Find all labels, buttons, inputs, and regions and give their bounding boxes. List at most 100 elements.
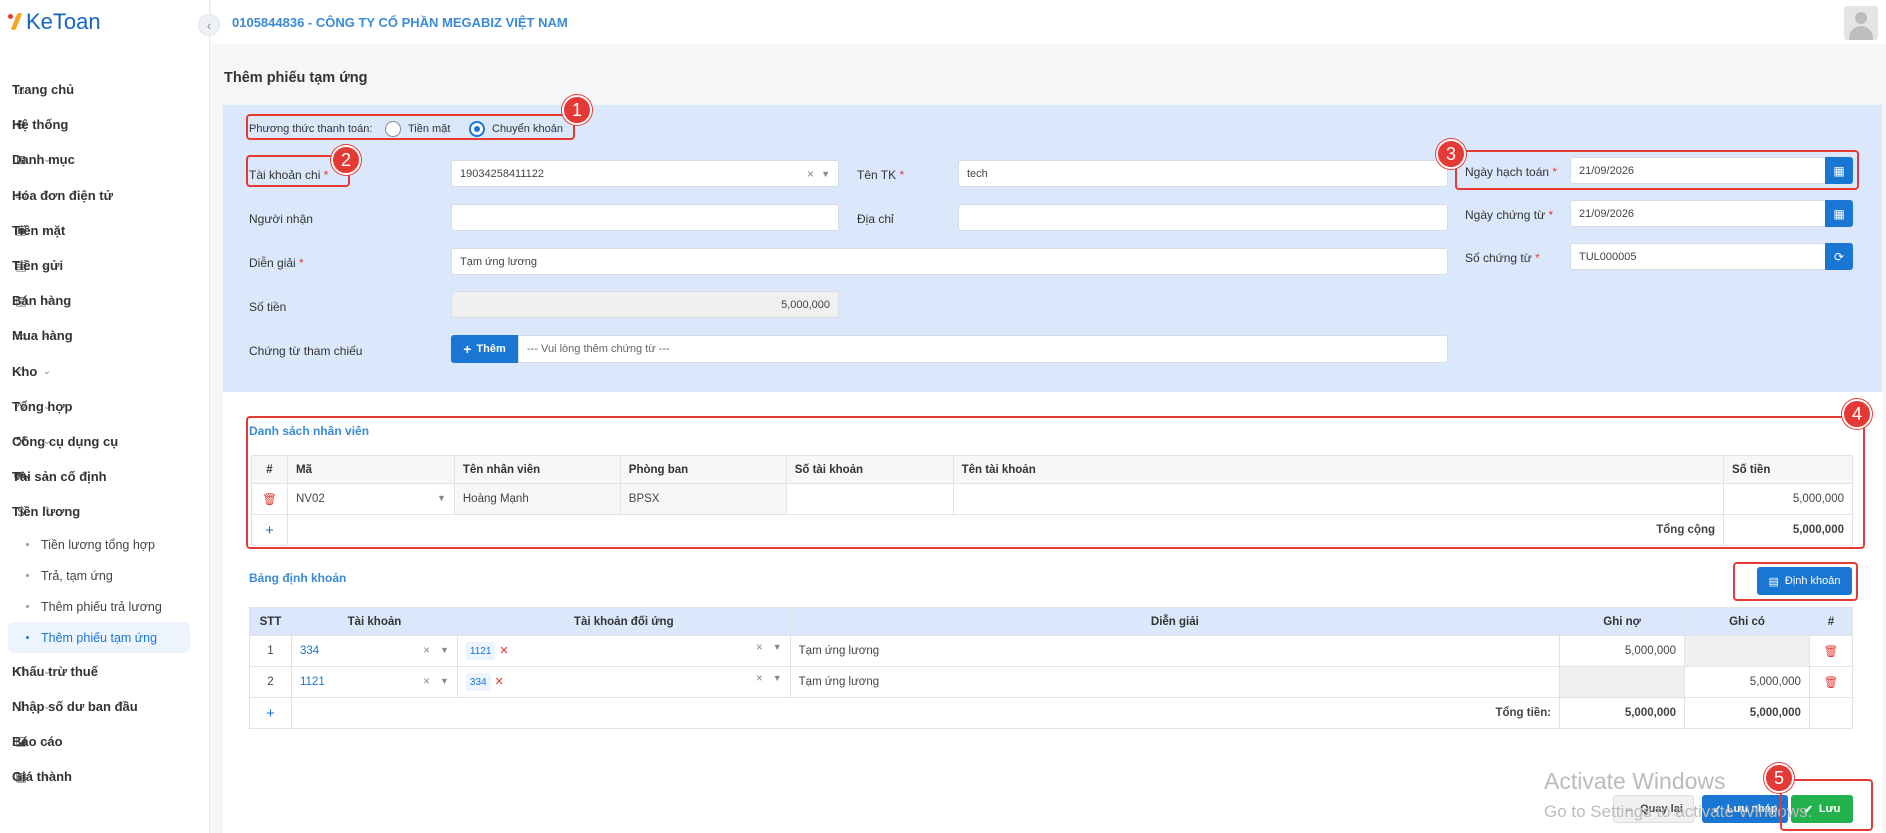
sidebar-item[interactable]: ◪ Báo cáo ⌄ <box>8 724 190 759</box>
address-input[interactable] <box>958 204 1448 231</box>
chevron-down-icon[interactable]: ▼ <box>773 673 782 683</box>
sidebar-item[interactable]: ⚙ Hệ thống ⌄ <box>8 107 190 142</box>
chevron-down-icon[interactable]: ▼ <box>773 642 782 652</box>
sidebar-item[interactable]: $ Tiền lương ⌃ <box>8 494 190 529</box>
ledger-desc-cell[interactable]: Tạm ứng lương <box>789 635 1561 667</box>
ledger-desc-cell[interactable]: Tạm ứng lương <box>789 666 1561 698</box>
chevron-down-icon[interactable]: ▼ <box>821 169 830 179</box>
account-select[interactable]: 19034258411122 × ▼ <box>451 160 839 187</box>
sidebar-item[interactable]: ⊞ Danh mục ⌄ <box>8 142 190 177</box>
contra-tag-label: 1121 <box>469 645 492 657</box>
tentk-input[interactable]: tech <box>958 160 1448 187</box>
desc-label: Diễn giải * <box>249 256 304 270</box>
ledger-contra-select[interactable]: 1121 ✕ ▼ × <box>456 635 791 667</box>
desc-value: Tạm ứng lương <box>460 255 537 268</box>
clear-icon[interactable]: × <box>423 676 430 688</box>
delete-row-icon[interactable]: 🗑 <box>1808 666 1854 698</box>
doc-date-calendar-button[interactable]: ▦ <box>1825 200 1853 227</box>
doc-no-label: Số chứng từ * <box>1465 251 1540 265</box>
doc-date-input[interactable]: 21/09/2026 <box>1570 200 1826 227</box>
annotation-badge-5: 5 <box>1764 763 1794 793</box>
sidebar-item-label: Trang chủ <box>12 82 75 98</box>
sidebar-item-label: Hóa đơn điện tử <box>12 187 113 203</box>
recipient-label: Người nhận <box>249 212 313 226</box>
sidebar-item[interactable]: ▭ Mua hàng ⌄ <box>8 318 190 353</box>
calendar-icon: ▦ <box>1833 206 1845 221</box>
plus-icon: + <box>463 341 472 357</box>
sidebar-item-label: Danh mục <box>12 152 75 168</box>
annotation-badge-4: 4 <box>1842 399 1872 429</box>
clear-icon[interactable]: × <box>756 673 763 685</box>
ledger-account-select[interactable]: 1121 ▼ × <box>290 666 458 698</box>
sidebar-item-label: Tài sản cố định <box>12 469 107 485</box>
remove-tag-icon[interactable]: ✕ <box>495 676 504 688</box>
sidebar-item[interactable]: ▭ Hóa đơn điện tử ⌄ <box>8 178 190 213</box>
add-row-button[interactable]: + <box>249 697 292 729</box>
sidebar-item[interactable]: ▣ Tiền mặt ⌄ <box>8 213 190 248</box>
sidebar-item[interactable]: ◫ Bán hàng ⌄ <box>8 283 190 318</box>
bullet-icon <box>26 636 29 640</box>
sidebar-item[interactable]: ⚒ Công cụ dụng cụ ⌄ <box>8 424 190 459</box>
sidebar-item[interactable]: ∿ Tổng hợp ⌄ <box>8 389 190 424</box>
remove-tag-icon[interactable]: ✕ <box>499 645 508 657</box>
doc-no-refresh-button[interactable]: ⟳ <box>1825 243 1853 270</box>
sidebar-item[interactable]: ⊓ Khấu trừ thuế ⌄ <box>8 653 190 688</box>
chevron-down-icon[interactable]: ▼ <box>440 645 449 655</box>
annotation-box-ledger <box>1733 562 1858 601</box>
logo-icon <box>8 12 22 32</box>
clear-icon[interactable]: × <box>423 645 430 657</box>
sidebar-item[interactable]: ⇩ Nhập số dư ban đầu ⌄ <box>8 689 190 724</box>
ledger-col-account: Tài khoản <box>290 607 458 636</box>
ledger-contra-select[interactable]: 334 ✕ ▼ × <box>456 666 791 698</box>
logo[interactable]: KeToan <box>8 9 101 34</box>
ref-input[interactable]: --- Vui lòng thêm chứng từ --- <box>518 335 1448 363</box>
ledger-debit-cell[interactable]: 5,000,000 <box>1559 635 1686 667</box>
annotation-box-1 <box>246 114 575 140</box>
sidebar-subitem[interactable]: Trả, tạm ứng <box>8 560 190 591</box>
refresh-icon: ⟳ <box>1833 249 1845 264</box>
ref-add-button[interactable]: + Thêm <box>451 335 518 363</box>
clear-icon[interactable]: × <box>756 642 763 654</box>
ledger-credit-cell[interactable]: 5,000,000 <box>1684 666 1810 698</box>
recipient-input[interactable] <box>451 204 839 231</box>
sidebar-subitem-label: Thêm phiếu tạm ứng <box>41 630 158 645</box>
sidebar-item-label: Tiền mặt <box>12 222 66 238</box>
sidebar: KeToan ⌂ Trang chủ ⚙ Hệ thống ⌄ ⊞ Danh mục ⌄ ▭ Hó… <box>0 0 210 833</box>
windows-watermark: Activate Windows <box>1544 768 1726 794</box>
ledger-account-value: 1121 <box>299 676 325 688</box>
sidebar-item[interactable]: ⛟ Tài sản cố định ⌄ <box>8 459 190 494</box>
tentk-label: Tên TK * <box>857 168 905 182</box>
sidebar-collapse-button[interactable]: ‹ <box>198 14 220 36</box>
annotation-badge-3: 3 <box>1436 139 1466 169</box>
doc-date-value: 21/09/2026 <box>1579 207 1635 220</box>
bullet-icon <box>26 543 29 547</box>
delete-row-icon[interactable]: 🗑 <box>1808 635 1854 667</box>
sidebar-item[interactable]: ▦ Giá thành ⌄ <box>8 759 190 794</box>
ref-add-label: Thêm <box>476 343 506 355</box>
sidebar-subitem[interactable]: Tiền lương tổng hợp <box>8 529 190 560</box>
chevron-down-icon: ⌄ <box>42 365 52 377</box>
ledger-total-label: Tổng tiền: <box>290 697 1561 729</box>
ledger-total-row: + Tổng tiền: 5,000,000 5,000,000 <box>249 697 1854 729</box>
doc-no-input[interactable]: TUL000005 <box>1570 243 1826 270</box>
company-title[interactable]: 0105844836 - CÔNG TY CỔ PHẦN MEGABIZ VIỆ… <box>232 15 568 30</box>
sidebar-subitem-label: Trả, tạm ứng <box>41 568 113 583</box>
ledger-total-credit: 5,000,000 <box>1684 697 1810 729</box>
chevron-down-icon[interactable]: ▼ <box>440 676 449 686</box>
sidebar-item[interactable]: ▤ Tiền gửi ⌄ <box>8 248 190 283</box>
ref-placeholder: --- Vui lòng thêm chứng từ --- <box>527 343 670 355</box>
ledger-col-debit: Ghi nợ <box>1559 607 1686 636</box>
ledger-account-select[interactable]: 334 ▼ × <box>290 635 458 667</box>
ledger-col-credit: Ghi có <box>1684 607 1810 636</box>
annotation-box-3 <box>1455 150 1859 190</box>
table-row: 1 334 ▼ × 1121 ✕ ▼ × Tạm ứng lương 5,000,000 … <box>249 635 1854 667</box>
clear-icon[interactable]: × <box>807 167 814 181</box>
sidebar-subitem[interactable]: Thêm phiếu tạm ứng <box>8 622 190 654</box>
sidebar-item[interactable]: ⌂ Trang chủ <box>8 72 190 107</box>
sidebar-item[interactable]: ⌂ Kho ⌄ <box>8 354 190 389</box>
desc-input[interactable]: Tạm ứng lương <box>451 248 1448 275</box>
sidebar-subitem[interactable]: Thêm phiếu trả lương <box>8 591 190 622</box>
avatar[interactable] <box>1844 6 1878 40</box>
ledger-total-debit: 5,000,000 <box>1559 697 1686 729</box>
table-row: 2 1121 ▼ × 334 ✕ ▼ × Tạm ứng lương 5,000,000 … <box>249 666 1854 698</box>
